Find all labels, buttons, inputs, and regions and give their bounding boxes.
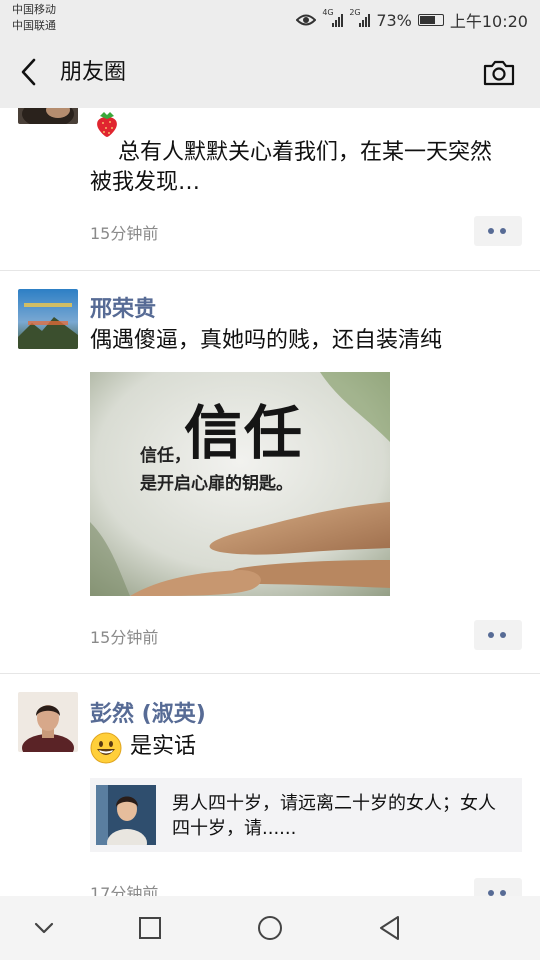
clock: 上午10:20 (449, 12, 528, 31)
nav-bar: 朋友圈 (0, 38, 540, 108)
carrier-1: 中国移动 (12, 3, 56, 16)
signal-icon-2: 2G (349, 9, 371, 27)
battery-percent: 73% (376, 10, 412, 30)
moments-feed[interactable]: 总有人默默关心着我们，在某一天突然被我发现… 15分钟前 邢荣贵 偶遇傻逼，真她… (0, 108, 540, 896)
link-thumbnail (96, 785, 156, 845)
more-button[interactable] (474, 216, 522, 246)
divider (0, 673, 540, 674)
eye-icon (296, 14, 317, 26)
poster-name[interactable]: 邢荣贵 (90, 291, 156, 323)
strawberry-icon (97, 112, 117, 137)
back-button[interactable] (14, 56, 46, 88)
post-time: 17分钟前 (90, 884, 159, 896)
network-type-1: 4G (322, 8, 334, 17)
post-image[interactable]: 信任 信任， 是开启心扉的钥匙。 (90, 372, 390, 596)
status-bar: 中国移动 中国联通 4G 2G 73% 上午10:20 (0, 0, 540, 38)
signal-icon-1: 4G (322, 9, 344, 27)
network-type-2: 2G (349, 8, 361, 17)
poster-name[interactable]: 彭然 (淑英) (90, 696, 206, 728)
image-caption-line-2: 是开启心扉的钥匙。 (140, 474, 293, 494)
circle-icon (258, 916, 282, 940)
status-icons: 4G 2G 73% 上午10:20 (296, 8, 528, 32)
chevron-down-icon (34, 922, 54, 934)
avatar[interactable] (18, 108, 78, 124)
moment-post: 总有人默默关心着我们，在某一天突然被我发现… 15分钟前 (0, 108, 540, 270)
home-button[interactable] (254, 912, 286, 944)
image-caption: 信任， 是开启心扉的钥匙。 (140, 442, 293, 498)
post-text: 偶遇傻逼，真她吗的贱，还自装清纯 (90, 328, 443, 353)
more-button[interactable] (474, 878, 522, 896)
avatar[interactable] (18, 692, 78, 752)
collapse-nav-button[interactable] (28, 912, 60, 944)
camera-button[interactable] (482, 58, 516, 88)
triangle-back-icon (380, 916, 399, 940)
page-title: 朋友圈 (60, 60, 127, 85)
link-card[interactable]: 男人四十岁，请远离二十岁的女人；女人四十岁，请...... (90, 778, 522, 852)
grinning-face-icon (90, 732, 122, 764)
camera-icon (483, 60, 515, 86)
battery-icon (417, 14, 444, 26)
recent-apps-button[interactable] (134, 912, 166, 944)
system-navigation-bar (0, 896, 540, 960)
post-time: 15分钟前 (90, 628, 159, 647)
system-back-button[interactable] (374, 912, 406, 944)
image-caption-line-1: 信任， (140, 446, 191, 466)
post-text: 是实话 (130, 734, 197, 759)
link-title: 男人四十岁，请远离二十岁的女人；女人四十岁，请...... (172, 793, 496, 839)
post-time: 15分钟前 (90, 224, 159, 243)
chevron-left-icon (21, 58, 36, 86)
more-button[interactable] (474, 620, 522, 650)
avatar[interactable] (18, 289, 78, 349)
post-text: 总有人默默关心着我们，在某一天突然被我发现… (90, 140, 493, 195)
carrier-2: 中国联通 (12, 19, 56, 32)
square-icon (139, 917, 161, 939)
battery-level (419, 16, 436, 24)
